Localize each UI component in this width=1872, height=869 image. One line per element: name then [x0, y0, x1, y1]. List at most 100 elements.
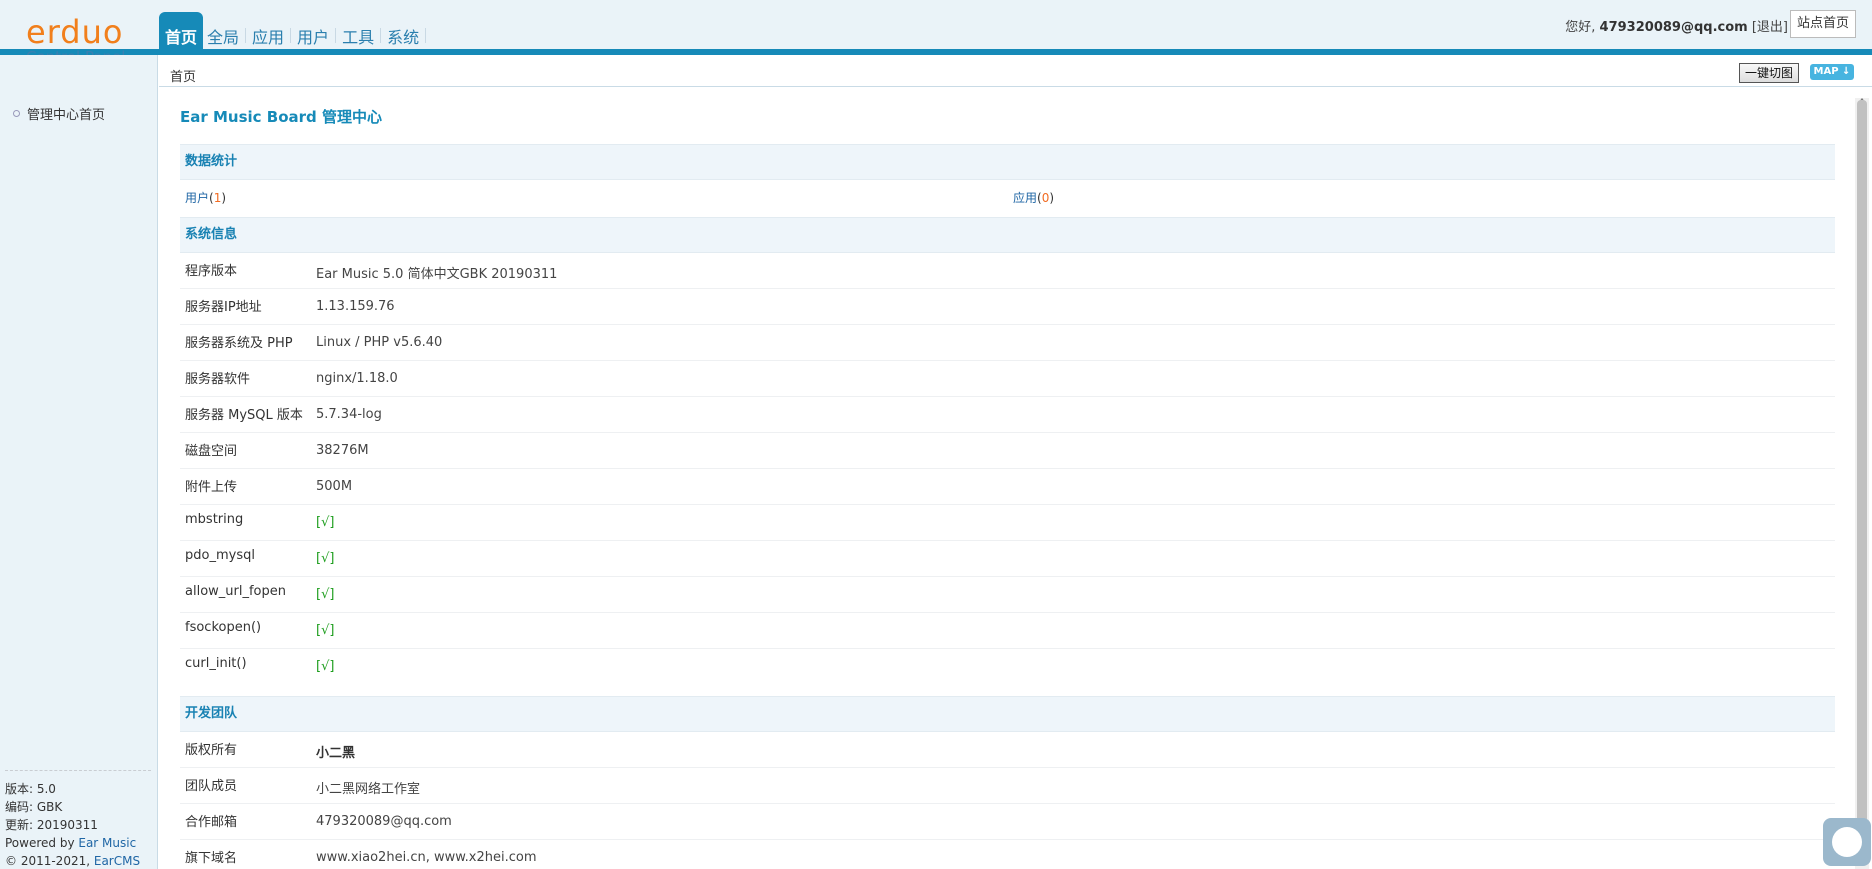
- info-key: 磁盘空间: [185, 444, 238, 459]
- stats-row: 用户(1) 应用(0): [180, 180, 1835, 217]
- nav-separator: [380, 28, 382, 43]
- info-value: 小二黑网络工作室: [316, 782, 421, 797]
- info-key: 服务器 MySQL 版本: [185, 408, 303, 423]
- nav-tab-tools[interactable]: 工具: [338, 12, 378, 49]
- check-mark: [√]: [316, 659, 335, 674]
- powered-prefix: Powered by: [5, 836, 79, 850]
- info-row-members: 团队成员 小二黑网络工作室: [180, 768, 1835, 804]
- breadcrumb: 首页: [170, 70, 197, 85]
- nav-tab-apps[interactable]: 应用: [248, 12, 288, 49]
- logo-text: erduo: [26, 13, 124, 51]
- info-key: 版权所有: [185, 743, 238, 758]
- nav-tab-home[interactable]: 首页: [159, 12, 204, 49]
- one-click-switch-button[interactable]: 一键切图: [1739, 63, 1800, 83]
- info-value: 500M: [316, 479, 353, 494]
- map-button[interactable]: MAP ↓: [1810, 64, 1854, 80]
- info-key: fsockopen(): [185, 620, 262, 635]
- info-row-fsockopen: fsockopen() [√]: [180, 613, 1835, 649]
- users-stat[interactable]: 用户(1): [185, 180, 226, 216]
- info-row-domains: 旗下域名 www.xiao2hei.cn, www.x2hei.com: [180, 840, 1835, 869]
- info-value: 5.7.34-log: [316, 407, 382, 422]
- main-content: Ear Music Board 管理中心 数据统计 用户(1) 应用(0) 系统…: [159, 88, 1872, 869]
- info-key: 服务器IP地址: [185, 300, 262, 315]
- nav-tab-system[interactable]: 系统: [383, 12, 423, 49]
- floating-chat-button[interactable]: [1823, 818, 1871, 866]
- info-value: Linux / PHP v5.6.40: [316, 335, 443, 350]
- check-mark: [√]: [316, 551, 335, 566]
- info-row-pdo-mysql: pdo_mysql [√]: [180, 541, 1835, 577]
- info-row-ip: 服务器IP地址 1.13.159.76: [180, 289, 1835, 325]
- sidebar-footer: 版本: 5.0 编码: GBK 更新: 20190311 Powered by …: [5, 770, 151, 869]
- users-link[interactable]: 用户: [185, 191, 209, 205]
- nav-separator: [290, 28, 292, 43]
- info-key: mbstring: [185, 512, 244, 527]
- check-mark: [√]: [316, 587, 335, 602]
- section-heading-team: 开发团队: [180, 696, 1835, 732]
- info-row-disk: 磁盘空间 38276M: [180, 433, 1835, 469]
- info-key: 合作邮箱: [185, 815, 238, 830]
- sidebar-item-label: 管理中心首页: [27, 108, 106, 123]
- user-bar: 您好, 479320089@qq.com [退出]: [1565, 16, 1788, 35]
- info-key: 旗下域名: [185, 851, 238, 866]
- version-info: 版本: 5.0: [5, 782, 56, 796]
- nav-separator: [335, 28, 337, 43]
- check-mark: [√]: [316, 515, 335, 530]
- greeting-text: 您好,: [1565, 20, 1600, 35]
- apps-stat[interactable]: 应用(0): [1013, 180, 1054, 216]
- copyright: © 2011-2021, EarCMS Inc.: [5, 852, 151, 869]
- info-key: 服务器软件: [185, 372, 251, 387]
- info-key: 服务器系统及 PHP: [185, 336, 293, 351]
- nav-tab-users[interactable]: 用户: [293, 12, 333, 49]
- apps-link[interactable]: 应用: [1013, 191, 1037, 205]
- section-heading-stats: 数据统计: [180, 144, 1835, 180]
- logout-link[interactable]: [退出]: [1752, 20, 1788, 35]
- info-row-url-fopen: allow_url_fopen [√]: [180, 577, 1835, 613]
- info-key: curl_init(): [185, 656, 247, 671]
- info-value: nginx/1.18.0: [316, 371, 398, 386]
- info-value: www.xiao2hei.cn, www.x2hei.com: [316, 850, 537, 865]
- info-key: 程序版本: [185, 264, 238, 279]
- info-value: 小二黑: [316, 746, 356, 761]
- chat-bubble-icon: [1832, 827, 1862, 857]
- page-title: Ear Music Board 管理中心: [180, 108, 382, 126]
- breadcrumb-bar: 首页 一键切图 MAP ↓: [159, 61, 1872, 87]
- vertical-scrollbar[interactable]: [1855, 98, 1869, 869]
- info-row-upload: 附件上传 500M: [180, 469, 1835, 505]
- info-key: 团队成员: [185, 779, 238, 794]
- apps-count: 0: [1041, 191, 1050, 205]
- site-home-button[interactable]: 站点首页: [1789, 10, 1856, 38]
- info-row-version: 程序版本 Ear Music 5.0 简体中文GBK 20190311: [180, 253, 1835, 289]
- nav-tab-global[interactable]: 全局: [203, 12, 243, 49]
- check-mark: [√]: [316, 623, 335, 638]
- scrollbar-thumb[interactable]: [1857, 100, 1867, 860]
- sidebar-item-admin-home[interactable]: 管理中心首页: [13, 104, 105, 123]
- sidebar: 管理中心首页 版本: 5.0 编码: GBK 更新: 20190311 Powe…: [0, 55, 158, 869]
- powered-by: Powered by Ear Music: [5, 834, 151, 852]
- info-key: allow_url_fopen: [185, 584, 286, 599]
- info-row-server-software: 服务器软件 nginx/1.18.0: [180, 361, 1835, 397]
- info-key: 附件上传: [185, 480, 238, 495]
- updated-info: 更新: 20190311: [5, 818, 98, 832]
- main-nav: 首页 全局 应用 用户 工具 系统: [159, 12, 428, 49]
- top-header: erduo Control Panel 首页 全局 应用 用户 工具 系统 您好…: [0, 0, 1872, 66]
- info-row-mbstring: mbstring [√]: [180, 505, 1835, 541]
- info-value: 38276M: [316, 443, 369, 458]
- info-row-os-php: 服务器系统及 PHP Linux / PHP v5.6.40: [180, 325, 1835, 361]
- info-row-curl: curl_init() [√]: [180, 649, 1835, 685]
- section-heading-sysinfo: 系统信息: [180, 217, 1835, 253]
- info-row-copyright: 版权所有 小二黑: [180, 732, 1835, 768]
- content-panel: 数据统计 用户(1) 应用(0) 系统信息 程序版本 Ear Music 5.0 …: [180, 144, 1835, 869]
- nav-separator: [245, 28, 247, 43]
- ear-music-link[interactable]: Ear Music: [78, 836, 136, 850]
- info-value: Ear Music 5.0 简体中文GBK 20190311: [316, 267, 558, 282]
- info-value: 479320089@qq.com: [316, 814, 452, 829]
- username: 479320089@qq.com: [1599, 20, 1748, 35]
- nav-separator: [425, 28, 427, 43]
- charset-info: 编码: GBK: [5, 800, 63, 814]
- copyright-prefix: © 2011-2021,: [5, 854, 94, 868]
- info-value: 1.13.159.76: [316, 299, 395, 314]
- info-row-mysql: 服务器 MySQL 版本 5.7.34-log: [180, 397, 1835, 433]
- info-row-email: 合作邮箱 479320089@qq.com: [180, 804, 1835, 840]
- users-count: 1: [213, 191, 222, 205]
